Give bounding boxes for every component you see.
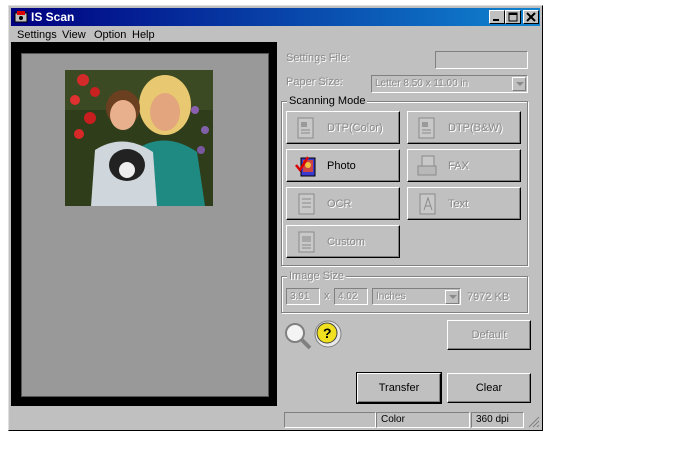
text-icon [419, 193, 436, 215]
status-color-mode: Color [376, 412, 470, 428]
status-resolution: 360 dpi [471, 412, 524, 428]
unit-select[interactable]: Inches [372, 288, 461, 305]
menu-settings[interactable]: Settings [17, 29, 57, 41]
mode-dtp-bw-button[interactable]: DTP(B&W) [407, 111, 521, 144]
window-title: IS Scan [31, 10, 75, 24]
mode-dtp-bw-label: DTP(B&W) [448, 122, 503, 134]
mode-text-button[interactable]: Text [407, 187, 521, 220]
image-size-title: Image Size [287, 270, 347, 282]
image-width-field[interactable]: 3.91 [286, 288, 320, 305]
mode-fax-label: FAX [448, 160, 469, 172]
preview-photo [65, 70, 213, 206]
title-bar[interactable]: IS Scan [11, 8, 540, 26]
mode-ocr-button[interactable]: OCR [286, 187, 400, 220]
mode-fax-button[interactable]: FAX [407, 149, 521, 182]
mode-text-label: Text [448, 198, 469, 210]
app-icon [14, 11, 28, 23]
mode-ocr-label: OCR [327, 198, 352, 210]
size-separator: x [324, 290, 330, 302]
status-panel [284, 412, 376, 428]
dtp-bw-icon [418, 117, 435, 139]
close-button[interactable] [523, 10, 539, 24]
help-question-icon[interactable]: ? [313, 319, 343, 349]
ocr-icon [298, 193, 315, 215]
scanning-mode-title: Scanning Mode [287, 95, 368, 107]
fax-icon [417, 155, 437, 176]
close-icon [526, 12, 536, 22]
custom-icon [298, 231, 315, 253]
mode-dtp-color-button[interactable]: DTP(Color) [286, 111, 400, 144]
dtp-color-icon [297, 117, 314, 139]
transfer-button[interactable]: Transfer [356, 372, 442, 404]
unit-value: Inches [376, 291, 406, 302]
chevron-down-icon[interactable] [445, 290, 459, 304]
image-height-field[interactable]: 4.02 [334, 288, 368, 305]
menu-help[interactable]: Help [132, 29, 155, 41]
magnifier-icon[interactable] [283, 321, 313, 351]
minimize-button[interactable] [489, 10, 505, 24]
default-button[interactable]: Default [447, 320, 531, 350]
photo-icon [295, 156, 316, 177]
paper-size-select[interactable]: Letter 8.50 x 11.00 in [371, 75, 528, 93]
chevron-down-icon[interactable] [512, 77, 526, 91]
paper-size-value: Letter 8.50 x 11.00 in [375, 78, 469, 89]
settings-file-label: Settings File: [286, 52, 350, 64]
paper-size-label: Paper Size: [286, 76, 343, 88]
clear-button[interactable]: Clear [447, 373, 531, 403]
svg-text:?: ? [323, 325, 332, 341]
menu-view[interactable]: View [62, 29, 86, 41]
settings-file-field[interactable] [435, 51, 528, 69]
file-size-value: 7972 KB [467, 291, 510, 303]
menu-option[interactable]: Option [94, 29, 126, 41]
mode-photo-button[interactable]: Photo [286, 149, 400, 182]
mode-custom-label: Custom [327, 236, 365, 248]
mode-dtp-color-label: DTP(Color) [327, 122, 383, 134]
maximize-button[interactable] [505, 10, 521, 24]
mode-photo-label: Photo [327, 160, 356, 172]
mode-custom-button[interactable]: Custom [286, 225, 400, 258]
resize-grip-icon[interactable] [526, 414, 540, 428]
minimize-icon [493, 19, 499, 21]
maximize-icon [508, 12, 518, 22]
